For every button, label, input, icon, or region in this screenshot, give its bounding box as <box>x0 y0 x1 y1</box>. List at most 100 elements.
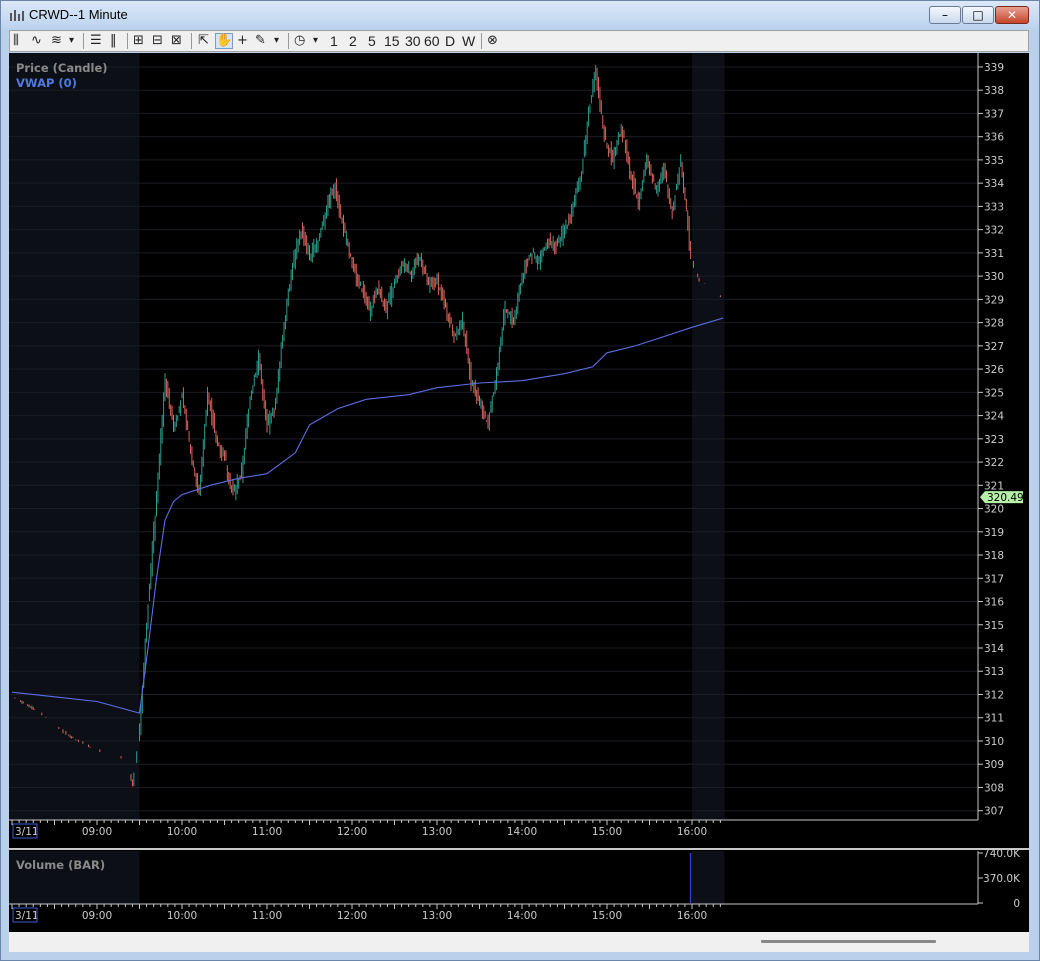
price-x-label-10:00: 10:00 <box>167 826 197 838</box>
maximize-icon: □ <box>972 8 984 22</box>
vol-x-label-12:00: 12:00 <box>337 910 367 922</box>
y-tick-label-331: 331 <box>984 248 1004 260</box>
interval-60-button[interactable]: 60 <box>424 33 440 49</box>
price-x-date-label: 3/11 <box>15 826 39 838</box>
indicator-icon[interactable]: ≋ <box>51 33 62 49</box>
clock-icon[interactable]: ◷ <box>294 33 305 49</box>
y-tick-label-314: 314 <box>984 643 1004 655</box>
price-panel-title: Price (Candle) <box>16 61 108 75</box>
window-title: CRWD--1 Minute <box>29 7 128 22</box>
bar-chart-icon[interactable]: ⫼ <box>13 33 19 49</box>
y-tick-label-319: 319 <box>984 527 1004 539</box>
interval-30-button[interactable]: 30 <box>405 33 421 49</box>
afterhours-shade <box>692 53 725 820</box>
y-tick-label-320: 320 <box>984 504 1004 516</box>
y-tick-label-338: 338 <box>984 85 1004 97</box>
y-tick-label-317: 317 <box>984 573 1004 585</box>
y-tick-label-332: 332 <box>984 225 1004 237</box>
title-bar[interactable]: CRWD--1 Minute – □ ✕ <box>1 1 1039 29</box>
y-tick-label-337: 337 <box>984 108 1004 120</box>
interval-day-button[interactable]: D <box>445 33 455 49</box>
fit-icon[interactable]: ⊠ <box>171 33 182 49</box>
volume-y-axis: 740.0K 370.0K 0 <box>978 848 1021 910</box>
zoom-in-icon[interactable]: ⊞ <box>133 33 144 49</box>
price-x-label-11:00: 11:00 <box>252 826 282 838</box>
y-tick-label-311: 311 <box>984 713 1004 725</box>
y-tick-label-312: 312 <box>984 689 1004 701</box>
vol-y-tick-label-2: 0 <box>1013 898 1020 910</box>
y-tick-label-309: 309 <box>984 759 1004 771</box>
y-tick-label-327: 327 <box>984 341 1004 353</box>
price-x-label-13:00: 13:00 <box>422 826 452 838</box>
zoom-out-icon[interactable]: ⊟ <box>152 33 163 49</box>
price-x-label-14:00: 14:00 <box>507 826 537 838</box>
pointer-icon[interactable]: ⇱ <box>198 33 209 49</box>
panel-splitter[interactable] <box>9 848 1029 850</box>
y-tick-label-334: 334 <box>984 178 1004 190</box>
y-tick-label-321: 321 <box>984 480 1004 492</box>
y-tick-label-313: 313 <box>984 666 1004 678</box>
y-tick-label-316: 316 <box>984 597 1004 609</box>
cancel-icon[interactable]: ⊗ <box>487 33 498 49</box>
chart-canvas[interactable]: 307 308 309 310 311 312 313 314 315 316 317 318 319 3… <box>9 53 1029 932</box>
draw-dropdown-icon[interactable]: ▾ <box>274 33 279 49</box>
volume-panel-title: Volume (BAR) <box>16 858 105 872</box>
y-tick-label-310: 310 <box>984 736 1004 748</box>
volume-afterhours-shade <box>692 851 725 904</box>
vol-x-label-15:00: 15:00 <box>592 910 622 922</box>
y-tick-label-308: 308 <box>984 782 1004 794</box>
interval-5-button[interactable]: 5 <box>368 33 376 49</box>
volume-panel: 740.0K 370.0K 0 3/11 09:00 10:00 11:00 12:00 13… <box>9 848 1021 923</box>
y-tick-label-328: 328 <box>984 318 1004 330</box>
price-panel: 307 308 309 310 311 312 313 314 315 316 317 318 319 3… <box>9 53 1029 839</box>
vol-x-label-09:00: 09:00 <box>82 910 112 922</box>
price-x-label-12:00: 12:00 <box>337 826 367 838</box>
vol-x-label-16:00: 16:00 <box>677 910 707 922</box>
close-button[interactable]: ✕ <box>995 6 1029 24</box>
interval-dropdown-icon[interactable]: ▾ <box>313 33 318 49</box>
y-tick-label-335: 335 <box>984 155 1004 167</box>
y-tick-label-339: 339 <box>984 62 1004 74</box>
y-tick-label-329: 329 <box>984 294 1004 306</box>
chart-area[interactable]: 307 308 309 310 311 312 313 314 315 316 317 318 319 3… <box>9 53 1029 932</box>
vol-x-date-label: 3/11 <box>15 910 39 922</box>
last-price-label: 320.49 <box>987 492 1024 504</box>
vertical-split-icon[interactable]: ‖ <box>110 33 117 49</box>
chart-app-icon <box>10 10 24 21</box>
y-tick-label-318: 318 <box>984 550 1004 562</box>
line-chart-icon[interactable]: ∿ <box>31 33 42 49</box>
price-x-axis: 3/11 09:00 10:00 11:00 12:00 13:00 14:00 15:00 1… <box>11 820 721 839</box>
y-tick-label-324: 324 <box>984 411 1004 423</box>
crosshair-icon[interactable]: + <box>237 33 248 49</box>
pan-hand-icon[interactable]: ✋ <box>215 33 234 49</box>
chart-type-dropdown-icon[interactable]: ▾ <box>69 33 74 49</box>
vol-y-tick-label-0: 740.0K <box>983 848 1021 860</box>
horizontal-split-icon[interactable]: ☰ <box>90 33 102 49</box>
y-tick-label-307: 307 <box>984 806 1004 818</box>
maximize-button[interactable]: □ <box>962 6 994 24</box>
minimize-button[interactable]: – <box>929 6 961 24</box>
status-bar <box>9 932 1029 952</box>
y-tick-label-336: 336 <box>984 132 1004 144</box>
chart-toolbar: ⫼ ∿ ≋ ▾ ☰ ‖ ⊞ ⊟ ⊠ ⇱ ✋ + ✎ ▾ ◷ ▾ 1 2 5 15… <box>9 30 1029 52</box>
vol-y-tick-label-1: 370.0K <box>983 873 1021 885</box>
interval-1-button[interactable]: 1 <box>330 33 338 49</box>
price-x-label-15:00: 15:00 <box>592 826 622 838</box>
y-tick-label-315: 315 <box>984 620 1004 632</box>
interval-week-button[interactable]: W <box>462 33 475 49</box>
chart-window: CRWD--1 Minute – □ ✕ ⫼ ∿ ≋ ▾ ☰ ‖ ⊞ ⊟ ⊠ ⇱… <box>0 0 1040 961</box>
vol-x-label-10:00: 10:00 <box>167 910 197 922</box>
y-tick-label-330: 330 <box>984 271 1004 283</box>
y-tick-label-322: 322 <box>984 457 1004 469</box>
interval-2-button[interactable]: 2 <box>349 33 357 49</box>
price-x-label-09:00: 09:00 <box>82 826 112 838</box>
volume-x-axis: 3/11 09:00 10:00 11:00 12:00 13:00 14:00 15:00 1… <box>11 904 721 923</box>
last-price-tag: 320.49 <box>980 491 1024 504</box>
price-x-label-16:00: 16:00 <box>677 826 707 838</box>
close-icon: ✕ <box>1006 8 1018 22</box>
y-tick-label-333: 333 <box>984 201 1004 213</box>
y-tick-label-326: 326 <box>984 364 1004 376</box>
interval-15-button[interactable]: 15 <box>384 33 400 49</box>
pencil-icon[interactable]: ✎ <box>255 33 266 49</box>
horizontal-scroll-thumb[interactable] <box>761 940 936 943</box>
